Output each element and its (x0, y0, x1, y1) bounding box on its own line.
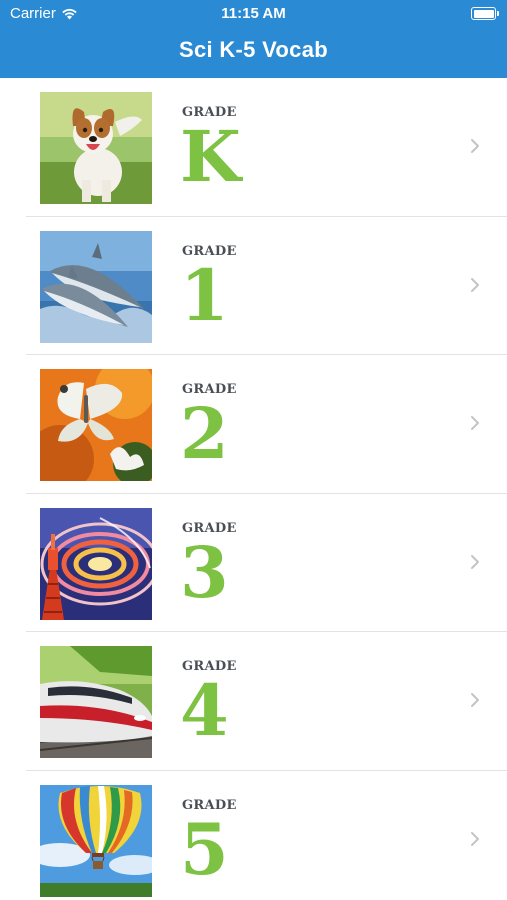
nav-header: Carrier 11:15 AM Sci K-5 Vocab (0, 0, 507, 78)
grade-value: 4 (180, 669, 229, 752)
chevron-right-icon (471, 554, 479, 569)
hot-air-balloon-image (40, 784, 152, 897)
grade-row-2[interactable]: GRADE 2 (0, 355, 507, 494)
high-speed-train-image (40, 646, 152, 758)
status-time: 11:15 AM (221, 5, 286, 22)
grade-row-k[interactable]: GRADE K (0, 78, 507, 217)
grade-row-3[interactable]: GRADE 3 (0, 494, 507, 632)
light-trails-image (40, 507, 152, 620)
butterfly-flower-image (40, 369, 152, 481)
battery-icon (471, 7, 499, 20)
chevron-right-icon (471, 831, 479, 846)
chevron-right-icon (471, 277, 479, 292)
grade-row-4[interactable]: GRADE 4 (0, 632, 507, 771)
chevron-right-icon (471, 693, 479, 707)
dolphins-jumping-image (40, 230, 152, 343)
status-bar: Carrier 11:15 AM (0, 0, 507, 28)
grade-value: 1 (180, 253, 229, 337)
grade-list: GRADE K GRADE 1 GRADE 2 GRADE 3 GRADE 4 … (0, 78, 507, 900)
dog-running-image (40, 92, 152, 204)
chevron-right-icon (471, 416, 479, 430)
chevron-right-icon (471, 139, 479, 153)
grade-value: 3 (180, 530, 229, 614)
grade-value: 5 (180, 807, 229, 891)
grade-row-5[interactable]: GRADE 5 (0, 771, 507, 900)
grade-value: K (180, 115, 241, 198)
grade-row-1[interactable]: GRADE 1 (0, 217, 507, 355)
grade-value: 2 (180, 392, 229, 475)
page-title: Sci K-5 Vocab (179, 37, 328, 62)
